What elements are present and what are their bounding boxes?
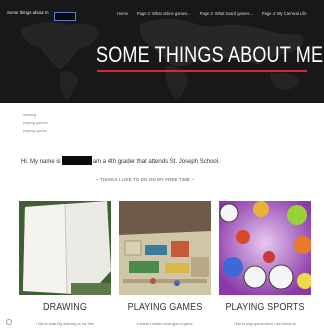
page-headline: SOME THINGS ABOUT ME. — [96, 42, 324, 67]
page-links: drawing playing games playing sports — [23, 111, 47, 135]
subheading-text: ~ THINGS I LIKE TO DO ON MY FREE TIME ~ — [95, 177, 195, 182]
nav-item-page-3[interactable]: Page 3: What board games... — [200, 11, 253, 16]
drawing-image — [19, 201, 111, 295]
nav-item-page-4[interactable]: Page 4: My Carnival Life — [262, 11, 307, 16]
headline-underline — [97, 70, 307, 72]
nav-item-page-2[interactable]: Page 2: What online games... — [137, 11, 191, 16]
card-text-drawing: I like to draw big drawing on my free — [36, 322, 94, 326]
card-playing-games: PLAYING GAMES It doesn't matter what typ… — [119, 201, 211, 326]
card-text-playing-games: It doesn't matter what type of game. — [136, 322, 194, 326]
redacted-name — [61, 156, 92, 165]
card-text-playing-sports: I like to play sports when I am bored on — [233, 322, 297, 326]
site-title[interactable]: Some things about m — [7, 10, 49, 15]
card-title-playing-games: PLAYING GAMES — [127, 301, 203, 313]
link-drawing[interactable]: drawing — [23, 111, 47, 119]
card-playing-sports: PLAYING SPORTS I like to play sports whe… — [219, 201, 311, 326]
nav-item-home[interactable]: Home — [117, 11, 128, 16]
top-bar: Some things about m Home Page 2: What on… — [0, 9, 324, 23]
sports-balls-image — [219, 201, 311, 295]
card-title-drawing: DRAWING — [43, 301, 87, 313]
hero-banner: Some things about m Home Page 2: What on… — [0, 0, 324, 103]
settings-icon[interactable] — [6, 319, 12, 325]
board-game-image — [119, 201, 211, 295]
redacted-name-box — [54, 12, 76, 21]
section-subheading: ~ THINGS I LIKE TO DO ON MY FREE TIME ~ — [0, 177, 324, 182]
main-nav: Home Page 2: What online games... Page 3… — [117, 11, 307, 16]
intro-suffix: am a 4th grader that attends St. Joseph … — [92, 159, 220, 165]
link-playing-games[interactable]: playing games — [23, 119, 47, 127]
link-playing-sports[interactable]: playing sports — [23, 127, 47, 135]
card-drawing: DRAWING I like to draw big drawing on my… — [19, 201, 111, 326]
card-title-playing-sports: PLAYING SPORTS — [225, 301, 305, 313]
intro-paragraph: Hi. My name is am a 4th grader that atten… — [21, 156, 220, 165]
intro-prefix: Hi. My name is — [21, 159, 61, 165]
